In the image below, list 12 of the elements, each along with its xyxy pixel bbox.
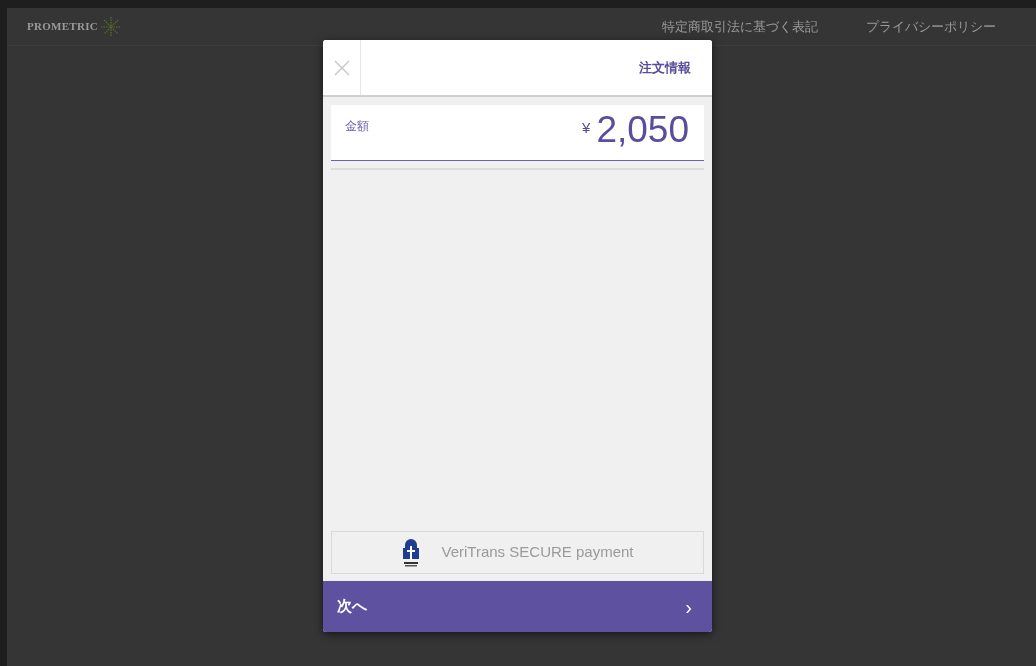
- padlock-logo-icon: [401, 537, 422, 568]
- next-button[interactable]: 次へ ›: [323, 581, 712, 632]
- amount-label: 金額: [345, 118, 369, 135]
- secure-payment-text: VeriTrans SECURE payment: [441, 542, 634, 563]
- footer-link[interactable]: プライバシーポリシー: [866, 16, 996, 37]
- logo-text: PROMETRIC: [27, 19, 98, 35]
- currency-symbol: ¥: [582, 118, 591, 138]
- amount-value: 2,050: [596, 109, 689, 151]
- footer-link[interactable]: 特定商取引法に基づく表記: [662, 16, 818, 37]
- dialog-title: 注文情報: [639, 58, 691, 77]
- logo-star-icon: [98, 15, 123, 38]
- close-icon: [333, 59, 350, 76]
